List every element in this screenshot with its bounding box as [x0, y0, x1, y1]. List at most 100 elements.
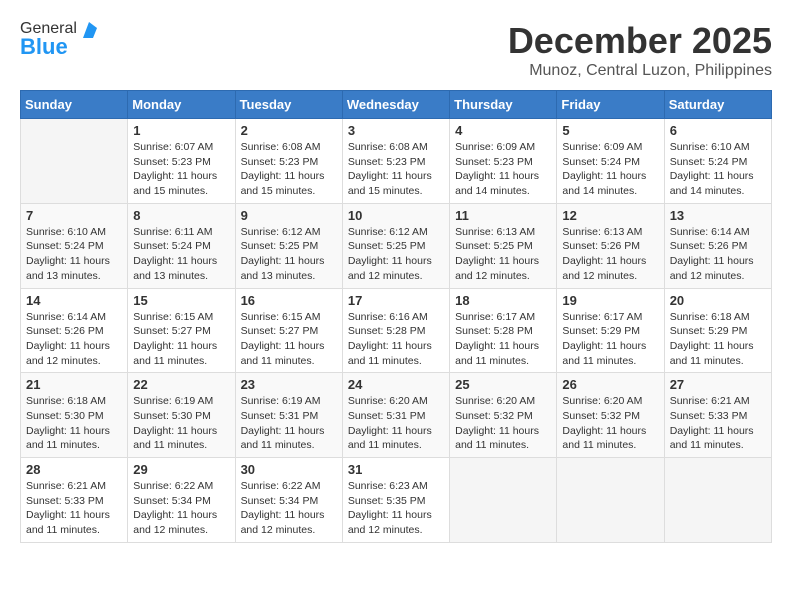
calendar-cell: 17 Sunrise: 6:16 AMSunset: 5:28 PMDayligh… — [342, 288, 449, 373]
day-number: 19 — [562, 293, 658, 308]
calendar-cell: 10 Sunrise: 6:12 AMSunset: 5:25 PMDayligh… — [342, 203, 449, 288]
calendar-cell: 5 Sunrise: 6:09 AMSunset: 5:24 PMDaylight… — [557, 119, 664, 204]
day-info: Sunrise: 6:23 AMSunset: 5:35 PMDaylight:… — [348, 479, 444, 538]
calendar-cell — [557, 458, 664, 543]
calendar-cell: 16 Sunrise: 6:15 AMSunset: 5:27 PMDayligh… — [235, 288, 342, 373]
calendar-cell — [450, 458, 557, 543]
calendar-cell: 11 Sunrise: 6:13 AMSunset: 5:25 PMDayligh… — [450, 203, 557, 288]
calendar-cell: 29 Sunrise: 6:22 AMSunset: 5:34 PMDayligh… — [128, 458, 235, 543]
calendar-table: SundayMondayTuesdayWednesdayThursdayFrid… — [20, 90, 772, 543]
day-info: Sunrise: 6:22 AMSunset: 5:34 PMDaylight:… — [133, 479, 229, 538]
calendar-header-row: SundayMondayTuesdayWednesdayThursdayFrid… — [21, 91, 772, 119]
day-info: Sunrise: 6:14 AMSunset: 5:26 PMDaylight:… — [670, 225, 766, 284]
day-number: 4 — [455, 123, 551, 138]
day-number: 2 — [241, 123, 337, 138]
day-number: 30 — [241, 462, 337, 477]
calendar-cell: 28 Sunrise: 6:21 AMSunset: 5:33 PMDayligh… — [21, 458, 128, 543]
day-info: Sunrise: 6:17 AMSunset: 5:29 PMDaylight:… — [562, 310, 658, 369]
weekday-header-saturday: Saturday — [664, 91, 771, 119]
day-number: 7 — [26, 208, 122, 223]
month-title: December 2025 — [508, 20, 772, 62]
day-number: 16 — [241, 293, 337, 308]
day-number: 17 — [348, 293, 444, 308]
day-info: Sunrise: 6:19 AMSunset: 5:30 PMDaylight:… — [133, 394, 229, 453]
day-info: Sunrise: 6:22 AMSunset: 5:34 PMDaylight:… — [241, 479, 337, 538]
page-header: General Blue December 2025 Munoz, Centra… — [20, 20, 772, 80]
day-info: Sunrise: 6:08 AMSunset: 5:23 PMDaylight:… — [241, 140, 337, 199]
day-info: Sunrise: 6:15 AMSunset: 5:27 PMDaylight:… — [133, 310, 229, 369]
calendar-week-row: 1Sunrise: 6:07 AMSunset: 5:23 PMDaylight… — [21, 119, 772, 204]
calendar-cell: 30 Sunrise: 6:22 AMSunset: 5:34 PMDayligh… — [235, 458, 342, 543]
day-number: 28 — [26, 462, 122, 477]
day-info: Sunrise: 6:20 AMSunset: 5:31 PMDaylight:… — [348, 394, 444, 453]
calendar-cell: 20Sunrise: 6:18 AMSunset: 5:29 PMDayligh… — [664, 288, 771, 373]
day-info: Sunrise: 6:18 AMSunset: 5:29 PMDaylight:… — [670, 310, 766, 369]
day-number: 27 — [670, 377, 766, 392]
day-number: 11 — [455, 208, 551, 223]
weekday-header-monday: Monday — [128, 91, 235, 119]
calendar-cell: 8 Sunrise: 6:11 AMSunset: 5:24 PMDaylight… — [128, 203, 235, 288]
day-info: Sunrise: 6:10 AMSunset: 5:24 PMDaylight:… — [670, 140, 766, 199]
weekday-header-friday: Friday — [557, 91, 664, 119]
day-info: Sunrise: 6:21 AMSunset: 5:33 PMDaylight:… — [670, 394, 766, 453]
day-number: 5 — [562, 123, 658, 138]
day-number: 15 — [133, 293, 229, 308]
calendar-cell: 2 Sunrise: 6:08 AMSunset: 5:23 PMDaylight… — [235, 119, 342, 204]
weekday-header-wednesday: Wednesday — [342, 91, 449, 119]
day-number: 22 — [133, 377, 229, 392]
day-number: 8 — [133, 208, 229, 223]
day-info: Sunrise: 6:20 AMSunset: 5:32 PMDaylight:… — [562, 394, 658, 453]
calendar-cell: 15 Sunrise: 6:15 AMSunset: 5:27 PMDayligh… — [128, 288, 235, 373]
day-info: Sunrise: 6:13 AMSunset: 5:25 PMDaylight:… — [455, 225, 551, 284]
day-info: Sunrise: 6:20 AMSunset: 5:32 PMDaylight:… — [455, 394, 551, 453]
logo-blue-text: Blue — [20, 34, 68, 60]
day-number: 25 — [455, 377, 551, 392]
day-number: 21 — [26, 377, 122, 392]
calendar-cell — [21, 119, 128, 204]
day-number: 6 — [670, 123, 766, 138]
day-number: 3 — [348, 123, 444, 138]
logo: General Blue — [20, 20, 97, 60]
calendar-cell: 18 Sunrise: 6:17 AMSunset: 5:28 PMDayligh… — [450, 288, 557, 373]
calendar-cell: 9Sunrise: 6:12 AMSunset: 5:25 PMDaylight… — [235, 203, 342, 288]
calendar-cell: 27 Sunrise: 6:21 AMSunset: 5:33 PMDayligh… — [664, 373, 771, 458]
day-number: 26 — [562, 377, 658, 392]
calendar-cell: 13Sunrise: 6:14 AMSunset: 5:26 PMDayligh… — [664, 203, 771, 288]
calendar-cell: 12Sunrise: 6:13 AMSunset: 5:26 PMDayligh… — [557, 203, 664, 288]
calendar-cell: 26 Sunrise: 6:20 AMSunset: 5:32 PMDayligh… — [557, 373, 664, 458]
day-info: Sunrise: 6:15 AMSunset: 5:27 PMDaylight:… — [241, 310, 337, 369]
calendar-week-row: 14Sunrise: 6:14 AMSunset: 5:26 PMDayligh… — [21, 288, 772, 373]
calendar-cell: 21 Sunrise: 6:18 AMSunset: 5:30 PMDayligh… — [21, 373, 128, 458]
calendar-cell: 25 Sunrise: 6:20 AMSunset: 5:32 PMDayligh… — [450, 373, 557, 458]
day-info: Sunrise: 6:09 AMSunset: 5:23 PMDaylight:… — [455, 140, 551, 199]
day-number: 12 — [562, 208, 658, 223]
calendar-cell: 23Sunrise: 6:19 AMSunset: 5:31 PMDayligh… — [235, 373, 342, 458]
day-info: Sunrise: 6:19 AMSunset: 5:31 PMDaylight:… — [241, 394, 337, 453]
calendar-cell: 19 Sunrise: 6:17 AMSunset: 5:29 PMDayligh… — [557, 288, 664, 373]
day-info: Sunrise: 6:09 AMSunset: 5:24 PMDaylight:… — [562, 140, 658, 199]
calendar-week-row: 21 Sunrise: 6:18 AMSunset: 5:30 PMDayligh… — [21, 373, 772, 458]
day-number: 24 — [348, 377, 444, 392]
day-number: 18 — [455, 293, 551, 308]
day-info: Sunrise: 6:18 AMSunset: 5:30 PMDaylight:… — [26, 394, 122, 453]
day-number: 29 — [133, 462, 229, 477]
day-info: Sunrise: 6:11 AMSunset: 5:24 PMDaylight:… — [133, 225, 229, 284]
day-info: Sunrise: 6:12 AMSunset: 5:25 PMDaylight:… — [348, 225, 444, 284]
calendar-cell: 31 Sunrise: 6:23 AMSunset: 5:35 PMDayligh… — [342, 458, 449, 543]
calendar-week-row: 7 Sunrise: 6:10 AMSunset: 5:24 PMDaylight… — [21, 203, 772, 288]
weekday-header-tuesday: Tuesday — [235, 91, 342, 119]
day-number: 31 — [348, 462, 444, 477]
day-info: Sunrise: 6:21 AMSunset: 5:33 PMDaylight:… — [26, 479, 122, 538]
calendar-cell: 24 Sunrise: 6:20 AMSunset: 5:31 PMDayligh… — [342, 373, 449, 458]
calendar-cell: 7 Sunrise: 6:10 AMSunset: 5:24 PMDaylight… — [21, 203, 128, 288]
location-title: Munoz, Central Luzon, Philippines — [508, 62, 772, 80]
day-info: Sunrise: 6:08 AMSunset: 5:23 PMDaylight:… — [348, 140, 444, 199]
day-info: Sunrise: 6:10 AMSunset: 5:24 PMDaylight:… — [26, 225, 122, 284]
day-number: 10 — [348, 208, 444, 223]
day-info: Sunrise: 6:17 AMSunset: 5:28 PMDaylight:… — [455, 310, 551, 369]
weekday-header-thursday: Thursday — [450, 91, 557, 119]
calendar-cell: 6 Sunrise: 6:10 AMSunset: 5:24 PMDaylight… — [664, 119, 771, 204]
day-info: Sunrise: 6:16 AMSunset: 5:28 PMDaylight:… — [348, 310, 444, 369]
calendar-cell: 3 Sunrise: 6:08 AMSunset: 5:23 PMDaylight… — [342, 119, 449, 204]
calendar-cell: 22 Sunrise: 6:19 AMSunset: 5:30 PMDayligh… — [128, 373, 235, 458]
